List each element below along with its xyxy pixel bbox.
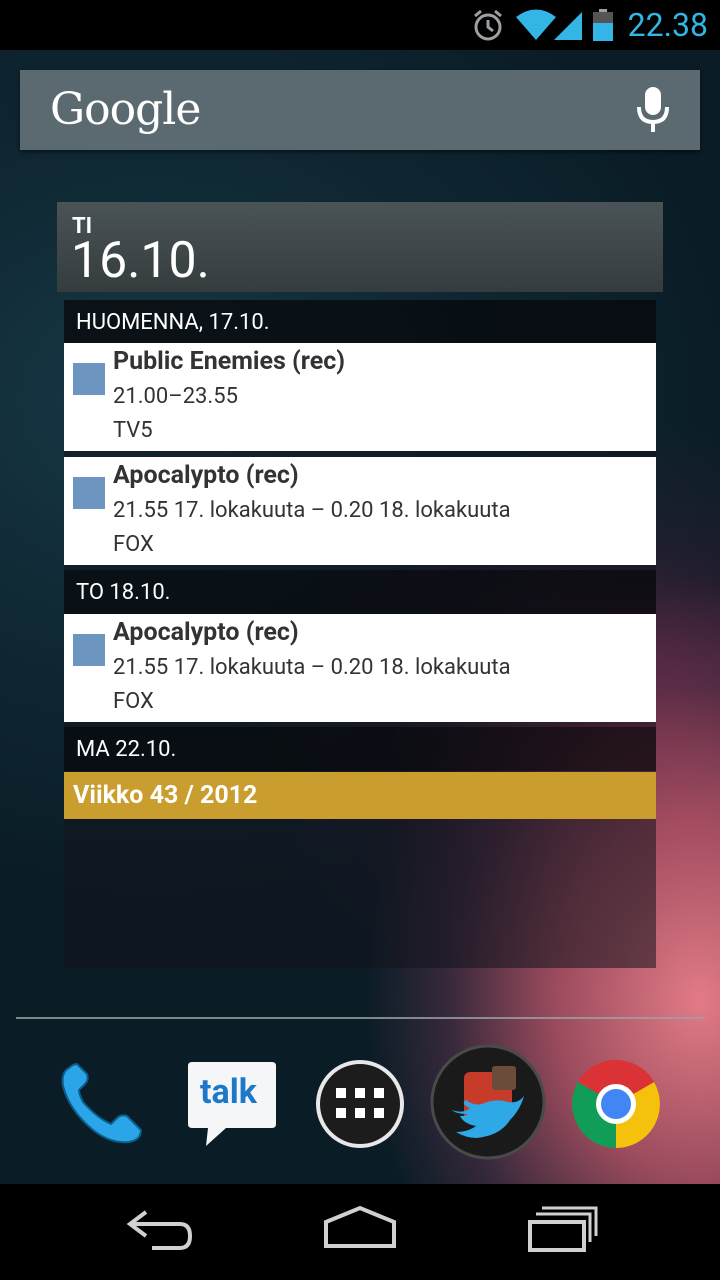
event-title: Apocalypto (rec) — [113, 461, 299, 490]
event-time: 21.55 17. lokakuuta – 0.20 18. lokakuuta — [113, 498, 511, 523]
apps-grid-icon[interactable] — [314, 1058, 406, 1150]
dock-divider — [16, 1017, 704, 1019]
navigation-bar — [0, 1184, 720, 1280]
week-number-bar: Viikko 43 / 2012 — [64, 772, 656, 819]
alarm-icon — [474, 9, 502, 41]
recents-icon[interactable] — [524, 1198, 600, 1262]
event-time: 21.55 17. lokakuuta – 0.20 18. lokakuuta — [113, 655, 511, 680]
event-color-marker — [73, 634, 105, 666]
day-header-label: MA 22.10. — [76, 737, 177, 762]
status-bar: 22.38 — [0, 0, 720, 50]
event-title: Public Enemies (rec) — [113, 347, 346, 376]
event-channel: TV5 — [113, 418, 153, 443]
talk-icon[interactable]: talk — [186, 1058, 278, 1150]
folder-icon[interactable] — [430, 1044, 546, 1160]
home-icon[interactable] — [322, 1198, 398, 1262]
day-header: TO 18.10. — [64, 570, 656, 614]
event-color-marker — [73, 363, 105, 395]
week-label: Viikko 43 / 2012 — [73, 781, 258, 810]
chrome-icon[interactable] — [570, 1058, 662, 1150]
event-time: 21.00–23.55 — [113, 384, 238, 409]
google-logo[interactable]: Google — [50, 84, 201, 135]
day-header: MA 22.10. — [64, 727, 656, 771]
wifi-icon — [516, 9, 556, 40]
event-item[interactable]: Apocalypto (rec) 21.55 17. lokakuuta – 0… — [64, 614, 656, 722]
google-search-bar[interactable]: Google — [20, 70, 700, 150]
event-item[interactable]: Apocalypto (rec) 21.55 17. lokakuuta – 0… — [64, 457, 656, 565]
event-item[interactable]: Public Enemies (rec) 21.00–23.55 TV5 — [64, 343, 656, 451]
phone-icon[interactable] — [55, 1058, 147, 1150]
widget-date-header[interactable]: TI 16.10. — [57, 202, 663, 292]
back-icon[interactable] — [124, 1198, 196, 1262]
day-header-label: TO 18.10. — [76, 580, 171, 605]
mic-icon[interactable] — [636, 86, 670, 134]
battery-icon — [593, 9, 613, 41]
event-channel: FOX — [113, 689, 154, 714]
event-channel: FOX — [113, 532, 154, 557]
widget-date: 16.10. — [71, 232, 210, 290]
day-header-label: HUOMENNA, 17.10. — [76, 310, 270, 335]
event-color-marker — [73, 477, 105, 509]
signal-icon — [554, 12, 582, 40]
day-header: HUOMENNA, 17.10. — [64, 300, 656, 344]
talk-label: talk — [200, 1072, 257, 1112]
event-title: Apocalypto (rec) — [113, 618, 299, 647]
status-time: 22.38 — [627, 6, 708, 44]
